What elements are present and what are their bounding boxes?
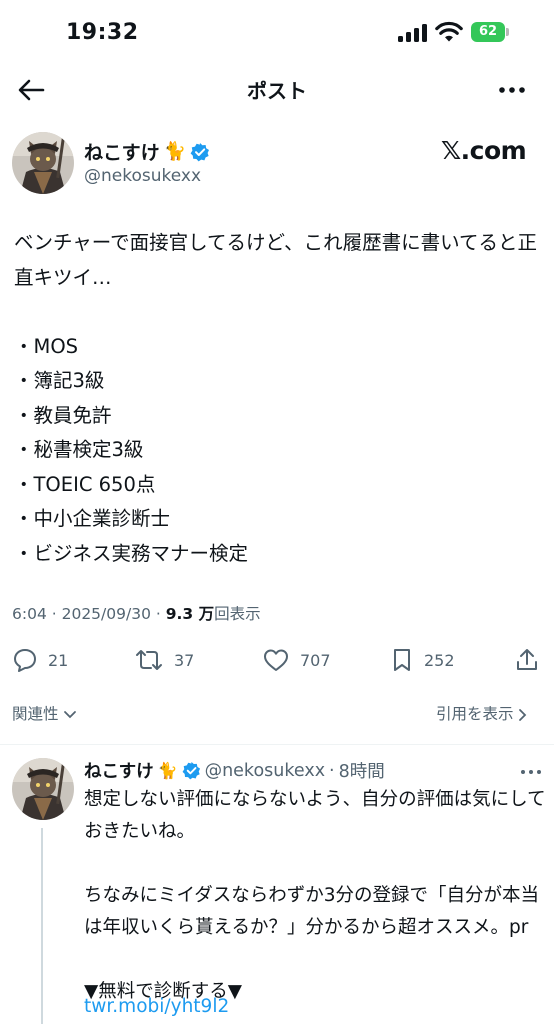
share-button[interactable]	[514, 642, 540, 678]
post-text: ベンチャーで面接官してるけど、これ履歴書に書いてると正直キツイ… ・MOS ・簿…	[14, 231, 537, 565]
show-quotes-label: 引用を表示	[436, 705, 514, 723]
author-handle[interactable]: @nekosukexx	[84, 166, 201, 186]
xcom-logo: 𝕏.com	[441, 136, 527, 165]
top-nav: ポスト	[0, 62, 554, 118]
reply-icon	[14, 649, 36, 672]
reply-link[interactable]: twr.mobi/yht9l2	[84, 996, 229, 1017]
status-time: 19:32	[66, 20, 139, 45]
share-icon	[517, 649, 537, 670]
battery-indicator: 62	[471, 22, 509, 42]
avatar[interactable]	[12, 132, 74, 194]
chevron-down-icon	[64, 710, 77, 718]
reply-time: 8時間	[338, 762, 385, 782]
more-icon[interactable]	[520, 766, 542, 778]
divider	[0, 744, 554, 745]
bookmark-icon	[394, 649, 410, 671]
reply-author-name[interactable]: ねこすけ	[84, 758, 154, 783]
reply-header: ねこすけ 🐈 @nekosukexx · 8時間	[84, 758, 385, 783]
more-icon[interactable]	[498, 82, 526, 98]
bookmark-button[interactable]: 252	[390, 642, 455, 678]
sort-label: 関連性	[12, 705, 59, 723]
post-time: 6:04	[12, 605, 47, 623]
reply-author-emoji: 🐈	[157, 761, 178, 780]
author-emoji: 🐈	[163, 141, 187, 162]
chevron-right-icon	[519, 708, 527, 721]
author-name[interactable]: ねこすけ	[84, 138, 160, 165]
like-count: 707	[300, 650, 331, 670]
repost-count: 37	[174, 650, 195, 670]
show-quotes-link[interactable]: 引用を表示	[436, 702, 528, 724]
sort-relevance-dropdown[interactable]: 関連性	[12, 702, 77, 724]
reply-text: 想定しない評価にならないよう、自分の評価は気にしておきたいね。 ちなみにミイダス…	[84, 789, 546, 1002]
thread-line	[41, 828, 43, 1024]
like-icon	[264, 649, 288, 671]
cellular-signal-icon	[398, 24, 428, 42]
bookmark-count: 252	[424, 650, 455, 670]
wifi-icon	[435, 21, 463, 42]
reply-button[interactable]: 21	[12, 642, 68, 678]
reply-handle[interactable]: @nekosukexx	[205, 761, 325, 781]
page-title: ポスト	[247, 79, 307, 103]
repost-button[interactable]: 37	[134, 642, 194, 678]
action-bar: 21 37 707 252	[0, 642, 554, 678]
view-count: 9.3 万	[165, 605, 215, 623]
battery-level: 62	[471, 22, 505, 42]
verified-badge-icon	[190, 142, 210, 161]
repost-icon	[136, 650, 162, 670]
verified-badge-icon	[182, 761, 200, 780]
reply-avatar[interactable]	[12, 758, 74, 820]
reply-count: 21	[48, 650, 69, 670]
post-meta: 6:04 · 2025/09/30 · 9.3 万回表示	[12, 605, 261, 623]
views-label: 回表示	[214, 605, 261, 623]
author-name-row[interactable]: ねこすけ 🐈	[84, 138, 210, 165]
post-date: 2025/09/30	[61, 605, 151, 623]
status-bar: 19:32 62	[0, 0, 554, 62]
like-button[interactable]: 707	[262, 642, 331, 678]
